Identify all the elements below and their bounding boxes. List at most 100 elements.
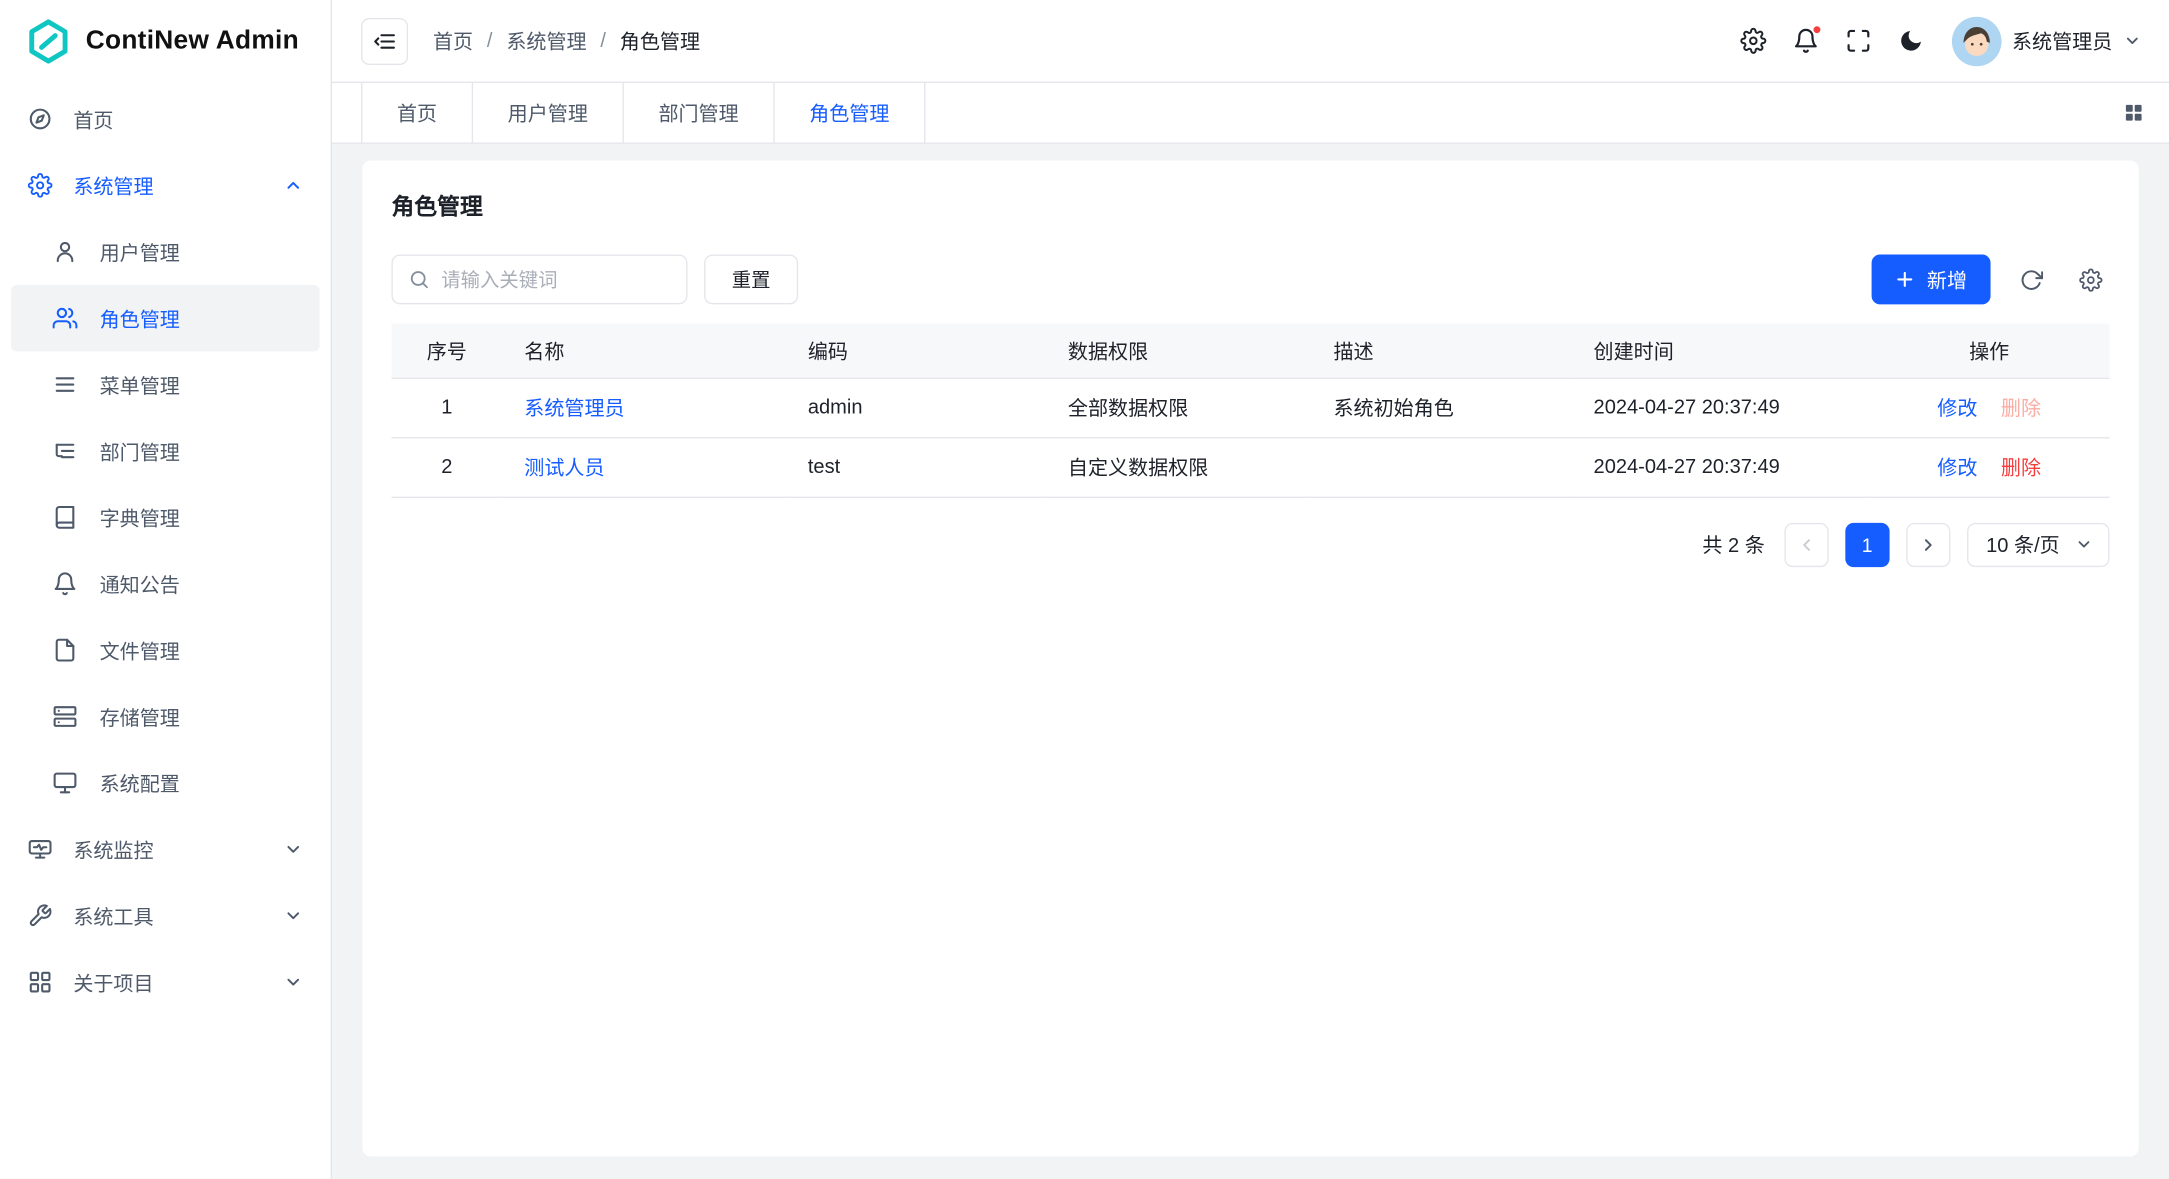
sidebar-collapse-button[interactable] (361, 17, 408, 64)
pagination-page-1[interactable]: 1 (1845, 522, 1889, 566)
cell-index: 2 (391, 437, 502, 496)
tab-user-management[interactable]: 用户管理 (473, 83, 624, 142)
sidebar-item-system-tools[interactable]: 系统工具 (11, 883, 319, 949)
table-header-row: 序号 名称 编码 数据权限 描述 创建时间 操作 (391, 324, 2109, 378)
edit-link[interactable]: 修改 (1937, 458, 1977, 480)
cell-description (1311, 437, 1571, 496)
bell-icon (53, 571, 78, 596)
pagination: 共 2 条 1 10 条/页 (391, 522, 2109, 566)
breadcrumb-separator: / (600, 30, 606, 52)
fullscreen-icon (1845, 28, 1871, 54)
breadcrumb-system-management[interactable]: 系统管理 (506, 26, 586, 55)
cell-created: 2024-04-27 20:37:49 (1571, 378, 1868, 437)
app-logo[interactable]: ContiNew Admin (0, 0, 331, 83)
page-title: 角色管理 (391, 188, 2109, 221)
sidebar-item-about-project[interactable]: 关于项目 (11, 949, 319, 1015)
cell-description: 系统初始角色 (1311, 378, 1571, 437)
tab-department-management[interactable]: 部门管理 (624, 83, 775, 142)
col-header-created: 创建时间 (1571, 324, 1868, 378)
users-icon (53, 306, 78, 331)
user-menu[interactable]: 系统管理员 (1951, 16, 2141, 66)
col-header-index: 序号 (391, 324, 502, 378)
menu-fold-icon (372, 28, 397, 53)
sidebar-item-home[interactable]: 首页 (11, 86, 319, 152)
tab-options-button[interactable] (2122, 83, 2169, 142)
storage-icon (53, 704, 78, 729)
chevron-left-icon (1797, 535, 1816, 554)
sidebar-item-system-config[interactable]: 系统配置 (11, 750, 319, 816)
toolbar: 重置 新增 (391, 255, 2109, 305)
sidebar-item-storage-management[interactable]: 存储管理 (11, 683, 319, 749)
sidebar-item-system-management[interactable]: 系统管理 (11, 152, 319, 218)
system-management-submenu: 用户管理 角色管理 菜单管理 部门管理 字典管理 (0, 219, 331, 817)
main-area: 首页 / 系统管理 / 角色管理 (332, 0, 2169, 1179)
breadcrumb-home[interactable]: 首页 (433, 26, 473, 55)
fullscreen-button[interactable] (1832, 15, 1885, 68)
add-button[interactable]: 新增 (1872, 255, 1991, 305)
sidebar-item-label: 通知公告 (100, 569, 303, 598)
role-name-link[interactable]: 系统管理员 (524, 398, 624, 420)
cell-code: test (786, 437, 1046, 496)
search-input[interactable] (441, 268, 671, 290)
search-box (391, 255, 687, 305)
sidebar-item-notice[interactable]: 通知公告 (11, 551, 319, 617)
cell-index: 1 (391, 378, 502, 437)
col-header-code: 编码 (786, 324, 1046, 378)
table-row: 2 测试人员 test 自定义数据权限 2024-04-27 20:37:49 … (391, 437, 2109, 496)
sidebar-item-department-management[interactable]: 部门管理 (11, 418, 319, 484)
top-bar-actions: 系统管理员 (1727, 15, 2141, 68)
sidebar: ContiNew Admin 首页 系统管理 用户管理 角色管理 (0, 0, 332, 1179)
top-bar: 首页 / 系统管理 / 角色管理 (332, 0, 2169, 83)
gear-icon (2078, 268, 2102, 292)
col-header-operations: 操作 (1869, 324, 2110, 378)
sidebar-item-menu-management[interactable]: 菜单管理 (11, 351, 319, 417)
sidebar-item-dictionary-management[interactable]: 字典管理 (11, 484, 319, 550)
menu-list-icon (53, 372, 78, 397)
role-management-card: 角色管理 重置 新增 (362, 160, 2138, 1156)
chevron-down-icon (284, 840, 303, 859)
sidebar-item-role-management[interactable]: 角色管理 (11, 285, 319, 351)
sidebar-item-file-management[interactable]: 文件管理 (11, 617, 319, 683)
refresh-button[interactable] (2011, 260, 2050, 299)
apps-grid-icon (2122, 101, 2146, 125)
pagination-total: 共 2 条 (1702, 530, 1764, 559)
breadcrumb-current: 角色管理 (620, 26, 700, 55)
dark-mode-button[interactable] (1885, 15, 1938, 68)
file-icon (53, 638, 78, 663)
chevron-down-icon (2123, 32, 2141, 50)
col-header-permission: 数据权限 (1046, 324, 1312, 378)
tab-label: 部门管理 (658, 98, 738, 127)
roles-table: 序号 名称 编码 数据权限 描述 创建时间 操作 1 系统管理员 (391, 324, 2109, 498)
sidebar-item-label: 系统监控 (73, 835, 263, 864)
sidebar-item-label: 系统管理 (73, 171, 263, 200)
pagination-next-button[interactable] (1906, 522, 1950, 566)
tab-role-management[interactable]: 角色管理 (775, 83, 926, 142)
user-name: 系统管理员 (2012, 26, 2112, 55)
table-settings-button[interactable] (2071, 260, 2110, 299)
sidebar-item-label: 菜单管理 (100, 370, 303, 399)
pagination-prev-button[interactable] (1784, 522, 1828, 566)
sidebar-item-label: 系统配置 (100, 768, 303, 797)
delete-link[interactable]: 删除 (2001, 458, 2041, 480)
page-size-select[interactable]: 10 条/页 (1967, 522, 2110, 566)
sidebar-item-system-monitor[interactable]: 系统监控 (11, 816, 319, 882)
sidebar-item-label: 首页 (73, 104, 303, 133)
sidebar-item-label: 系统工具 (73, 901, 263, 930)
edit-link[interactable]: 修改 (1937, 398, 1977, 420)
sidebar-item-label: 角色管理 (100, 304, 303, 333)
avatar (1951, 16, 2001, 66)
tab-home[interactable]: 首页 (361, 83, 473, 142)
plus-icon (1895, 270, 1914, 289)
gear-icon (1740, 28, 1766, 54)
breadcrumb-separator: / (487, 30, 493, 52)
sidebar-item-user-management[interactable]: 用户管理 (11, 219, 319, 285)
reset-button[interactable]: 重置 (704, 255, 798, 305)
sidebar-item-label: 用户管理 (100, 237, 303, 266)
app-window: ContiNew Admin 首页 系统管理 用户管理 角色管理 (0, 0, 2169, 1179)
role-name-link[interactable]: 测试人员 (524, 458, 604, 480)
sidebar-item-label: 关于项目 (73, 968, 263, 997)
sidebar-menu: 首页 系统管理 用户管理 角色管理 菜单管理 (0, 83, 331, 1179)
chevron-up-icon (284, 176, 303, 195)
notifications-button[interactable] (1780, 15, 1833, 68)
settings-button[interactable] (1727, 15, 1780, 68)
